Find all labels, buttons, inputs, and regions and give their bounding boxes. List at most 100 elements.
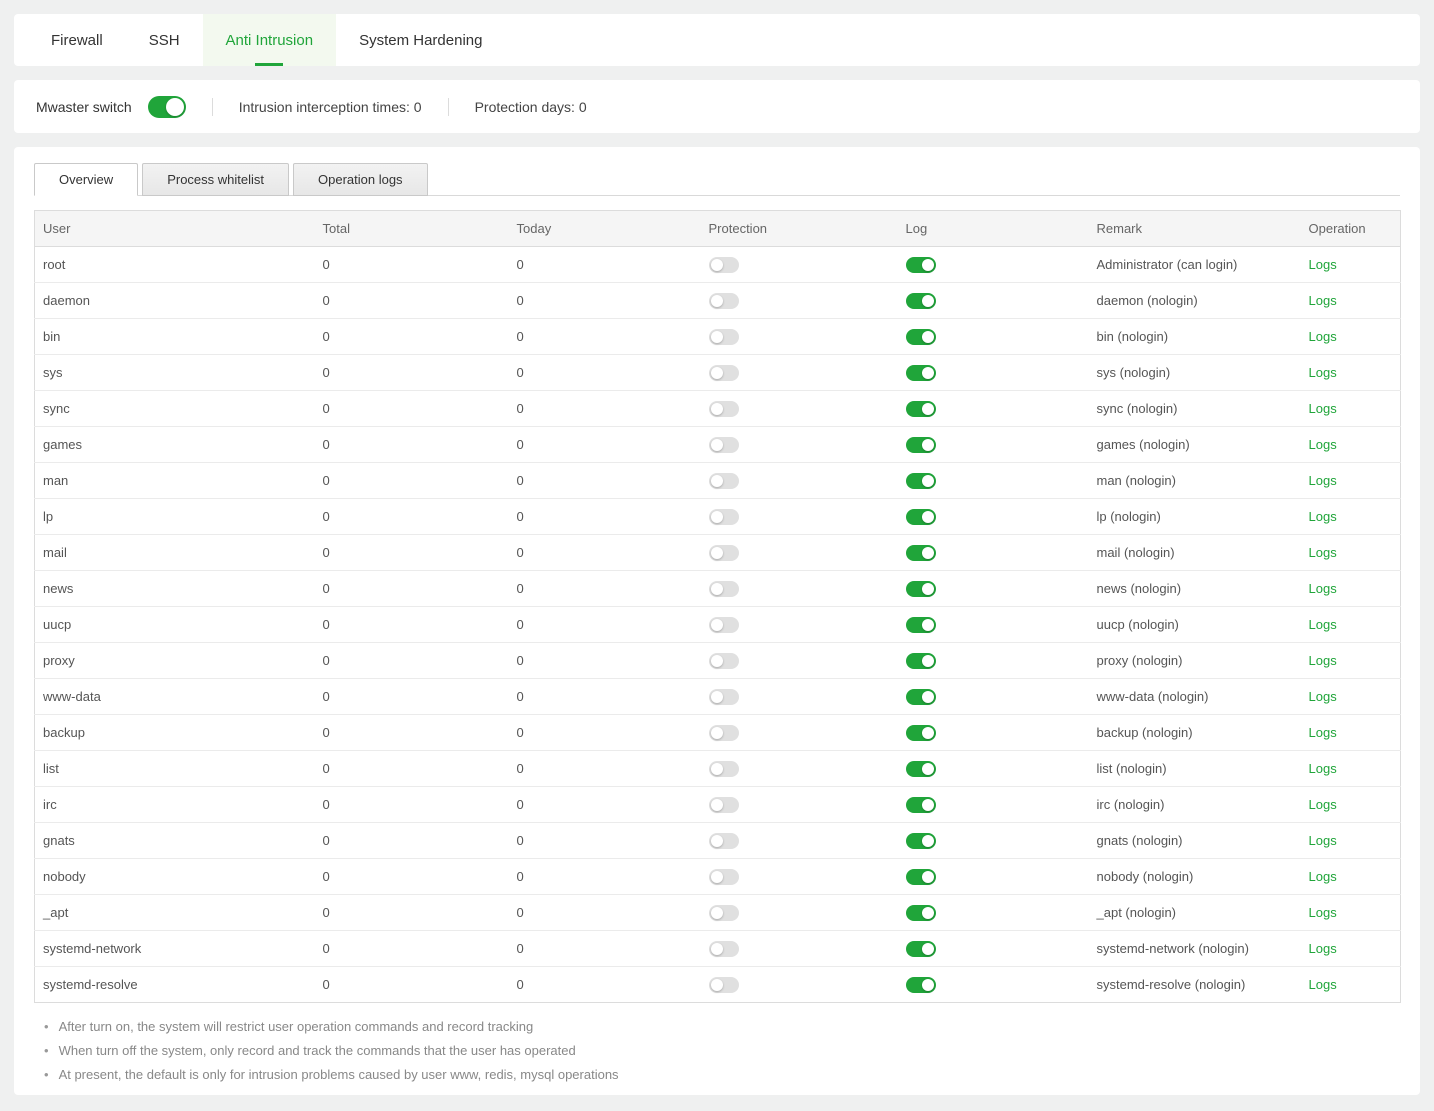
remark-cell: list (nologin)	[1089, 751, 1301, 787]
log-toggle[interactable]	[906, 257, 936, 273]
log-toggle[interactable]	[906, 725, 936, 741]
protection-toggle[interactable]	[709, 437, 739, 453]
total-cell: 0	[315, 859, 509, 895]
logs-link[interactable]: Logs	[1309, 797, 1337, 812]
logs-link[interactable]: Logs	[1309, 977, 1337, 992]
log-toggle[interactable]	[906, 473, 936, 489]
protection-toggle[interactable]	[709, 293, 739, 309]
tab-system-hardening[interactable]: System Hardening	[336, 14, 505, 66]
log-toggle[interactable]	[906, 365, 936, 381]
subtab-operation-logs[interactable]: Operation logs	[293, 163, 428, 196]
log-cell	[898, 895, 1089, 931]
tab-ssh[interactable]: SSH	[126, 14, 203, 66]
protection-toggle[interactable]	[709, 833, 739, 849]
logs-link[interactable]: Logs	[1309, 653, 1337, 668]
logs-link[interactable]: Logs	[1309, 581, 1337, 596]
total-cell: 0	[315, 319, 509, 355]
remark-cell: _apt (nologin)	[1089, 895, 1301, 931]
logs-link[interactable]: Logs	[1309, 761, 1337, 776]
logs-link[interactable]: Logs	[1309, 365, 1337, 380]
log-toggle[interactable]	[906, 689, 936, 705]
protection-toggle[interactable]	[709, 869, 739, 885]
protection-cell	[701, 247, 898, 283]
logs-link[interactable]: Logs	[1309, 257, 1337, 272]
divider	[212, 98, 213, 116]
log-toggle[interactable]	[906, 869, 936, 885]
log-toggle[interactable]	[906, 941, 936, 957]
logs-link[interactable]: Logs	[1309, 617, 1337, 632]
protection-toggle[interactable]	[709, 473, 739, 489]
protection-toggle[interactable]	[709, 797, 739, 813]
user-cell: irc	[35, 787, 315, 823]
user-cell: systemd-resolve	[35, 967, 315, 1003]
logs-link[interactable]: Logs	[1309, 905, 1337, 920]
log-toggle[interactable]	[906, 653, 936, 669]
logs-link[interactable]: Logs	[1309, 941, 1337, 956]
protection-toggle[interactable]	[709, 653, 739, 669]
log-toggle[interactable]	[906, 401, 936, 417]
user-table-body: root 0 0 Administrator (can login) Logs	[35, 247, 1401, 1003]
table-row: www-data 0 0 www-data (nologin) Logs	[35, 679, 1401, 715]
logs-link[interactable]: Logs	[1309, 509, 1337, 524]
protection-cell	[701, 715, 898, 751]
log-toggle[interactable]	[906, 581, 936, 597]
logs-link[interactable]: Logs	[1309, 689, 1337, 704]
total-cell: 0	[315, 787, 509, 823]
remark-cell: sys (nologin)	[1089, 355, 1301, 391]
protection-toggle[interactable]	[709, 941, 739, 957]
protection-toggle[interactable]	[709, 689, 739, 705]
protection-toggle[interactable]	[709, 257, 739, 273]
protection-toggle[interactable]	[709, 617, 739, 633]
log-toggle[interactable]	[906, 977, 936, 993]
subtab-process-whitelist[interactable]: Process whitelist	[142, 163, 289, 196]
col-total: Total	[315, 211, 509, 247]
total-cell: 0	[315, 535, 509, 571]
log-cell	[898, 751, 1089, 787]
log-toggle[interactable]	[906, 509, 936, 525]
protection-toggle[interactable]	[709, 509, 739, 525]
log-toggle[interactable]	[906, 797, 936, 813]
protection-toggle[interactable]	[709, 545, 739, 561]
protection-toggle[interactable]	[709, 401, 739, 417]
operation-cell: Logs	[1301, 895, 1401, 931]
log-toggle[interactable]	[906, 761, 936, 777]
log-toggle[interactable]	[906, 293, 936, 309]
logs-link[interactable]: Logs	[1309, 725, 1337, 740]
logs-link[interactable]: Logs	[1309, 329, 1337, 344]
table-row: sys 0 0 sys (nologin) Logs	[35, 355, 1401, 391]
total-cell: 0	[315, 931, 509, 967]
protection-toggle[interactable]	[709, 725, 739, 741]
logs-link[interactable]: Logs	[1309, 401, 1337, 416]
log-toggle[interactable]	[906, 617, 936, 633]
operation-cell: Logs	[1301, 355, 1401, 391]
log-toggle[interactable]	[906, 833, 936, 849]
remark-cell: daemon (nologin)	[1089, 283, 1301, 319]
log-cell	[898, 355, 1089, 391]
operation-cell: Logs	[1301, 931, 1401, 967]
master-switch-toggle[interactable]	[148, 96, 186, 118]
log-toggle[interactable]	[906, 437, 936, 453]
subtab-overview[interactable]: Overview	[34, 163, 138, 196]
protection-toggle[interactable]	[709, 905, 739, 921]
logs-link[interactable]: Logs	[1309, 473, 1337, 488]
protection-toggle[interactable]	[709, 977, 739, 993]
logs-link[interactable]: Logs	[1309, 833, 1337, 848]
log-toggle[interactable]	[906, 545, 936, 561]
logs-link[interactable]: Logs	[1309, 437, 1337, 452]
log-toggle[interactable]	[906, 905, 936, 921]
protection-toggle[interactable]	[709, 365, 739, 381]
today-cell: 0	[509, 319, 701, 355]
tab-anti-intrusion[interactable]: Anti Intrusion	[203, 14, 337, 66]
logs-link[interactable]: Logs	[1309, 869, 1337, 884]
log-toggle[interactable]	[906, 329, 936, 345]
remark-cell: lp (nologin)	[1089, 499, 1301, 535]
protection-toggle[interactable]	[709, 581, 739, 597]
operation-cell: Logs	[1301, 967, 1401, 1003]
logs-link[interactable]: Logs	[1309, 545, 1337, 560]
protection-toggle[interactable]	[709, 761, 739, 777]
user-cell: www-data	[35, 679, 315, 715]
logs-link[interactable]: Logs	[1309, 293, 1337, 308]
tab-firewall[interactable]: Firewall	[28, 14, 126, 66]
total-cell: 0	[315, 967, 509, 1003]
protection-toggle[interactable]	[709, 329, 739, 345]
